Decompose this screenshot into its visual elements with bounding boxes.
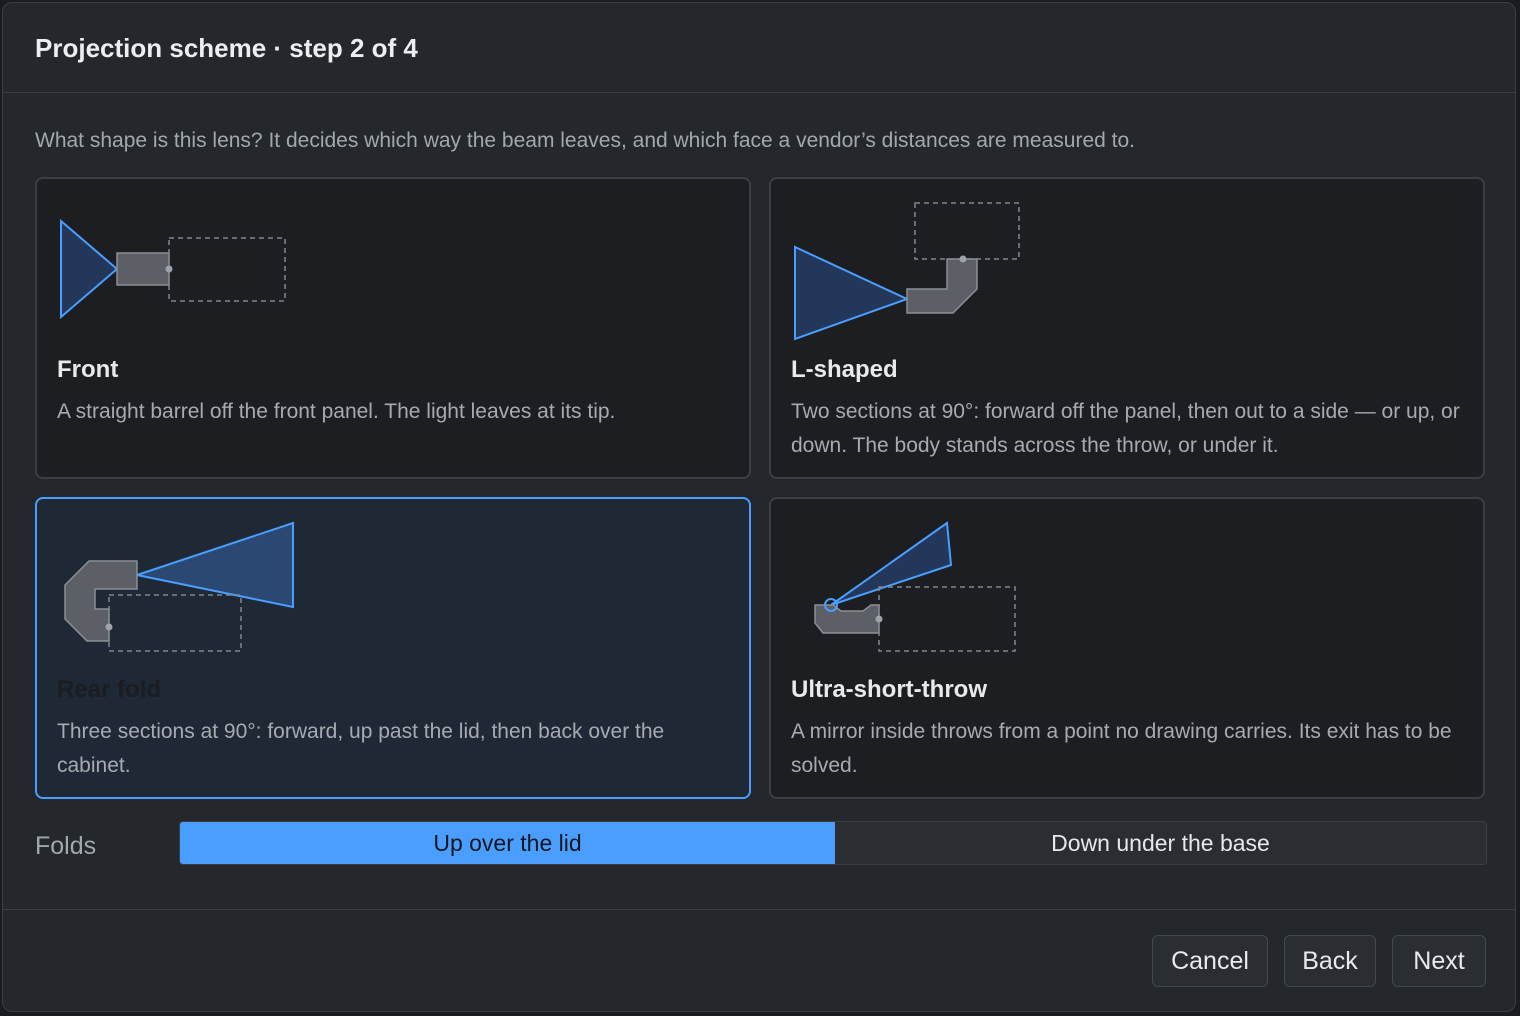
option-description: Three sections at 90°: forward, up past … [57, 720, 665, 777]
option-title: Rear fold [57, 676, 162, 703]
footer-divider [3, 909, 1515, 910]
option-description: A straight barrel off the front panel. T… [57, 400, 616, 423]
cabinet-outline [168, 237, 286, 302]
cabinet-outline [878, 586, 1016, 652]
cabinet-outline [108, 594, 242, 652]
dialog-prompt: What shape is this lens? It decides whic… [35, 129, 1135, 152]
option-title: Ultra-short-throw [791, 676, 987, 703]
option-title: L-shaped [791, 356, 898, 383]
option-title: Front [57, 356, 119, 383]
option-description: A mirror inside throws from a point no d… [791, 720, 1452, 777]
lens-body-shape [64, 560, 138, 642]
ultra-short-throw-lens-diagram [814, 521, 1016, 652]
option-card-ultra-short-throw[interactable]: Ultra-short-throw A mirror inside throws… [769, 497, 1485, 799]
mount-point-dot [165, 265, 173, 273]
mount-point-dot [105, 623, 113, 631]
front-lens-diagram [60, 218, 286, 320]
dialog-header: Projection scheme · step 2 of 4 [3, 3, 1515, 93]
option-card-front[interactable]: Front A straight barrel off the front pa… [35, 177, 751, 479]
cancel-button[interactable]: Cancel [1152, 935, 1268, 987]
beam-shape [794, 245, 910, 341]
cabinet-outline [914, 202, 1020, 260]
mount-point-dot [959, 255, 967, 263]
folds-option-down-under-base[interactable]: Down under the base [835, 822, 1486, 864]
l-shaped-lens-diagram [794, 202, 1020, 341]
folds-label: Folds [35, 832, 97, 860]
beam-shape [830, 521, 953, 606]
back-button[interactable]: Back [1284, 935, 1376, 987]
beam-shape [60, 218, 119, 320]
beam-shape [133, 521, 294, 609]
folds-segmented-control: Up over the lid Down under the base [179, 821, 1487, 865]
folds-option-up-over-lid[interactable]: Up over the lid [180, 822, 835, 864]
option-description: Two sections at 90°: forward off the pan… [791, 400, 1460, 457]
lens-body-shape [116, 252, 170, 286]
lens-body-shape [814, 604, 880, 634]
next-button[interactable]: Next [1392, 935, 1486, 987]
mount-point-dot [875, 615, 883, 623]
dialog-title: Projection scheme · step 2 of 4 [35, 33, 418, 63]
option-card-rear-fold[interactable]: Rear fold Three sections at 90°: forward… [35, 497, 751, 799]
option-card-l-shaped[interactable]: L-shaped Two sections at 90°: forward of… [769, 177, 1485, 479]
rear-fold-lens-diagram [64, 521, 294, 652]
lens-body-shape [906, 258, 978, 314]
projection-scheme-dialog: Projection scheme · step 2 of 4 What sha… [2, 2, 1516, 1012]
